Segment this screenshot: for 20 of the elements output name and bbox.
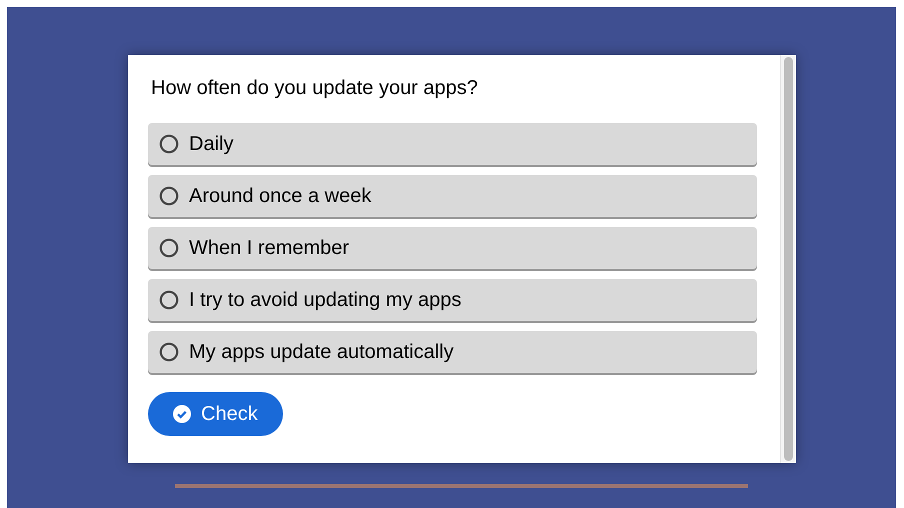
radio-button[interactable]	[159, 290, 179, 310]
radio-button[interactable]	[159, 186, 179, 206]
question-text: How often do you update your apps?	[151, 76, 479, 101]
answer-option[interactable]: When I remember	[148, 227, 757, 269]
option-label: Daily	[189, 132, 234, 157]
scrollbar-thumb[interactable]	[784, 57, 793, 461]
answer-option[interactable]: I try to avoid updating my apps	[148, 279, 757, 321]
option-label: I try to avoid updating my apps	[189, 288, 462, 313]
answer-option[interactable]: My apps update automatically	[148, 331, 757, 373]
radio-button[interactable]	[159, 134, 179, 154]
check-button[interactable]: Check	[148, 392, 283, 436]
answer-option[interactable]: Daily	[148, 123, 757, 165]
scrollbar[interactable]	[780, 55, 796, 463]
option-label: When I remember	[189, 236, 350, 261]
check-circle-icon	[173, 405, 191, 423]
option-label: Around once a week	[189, 184, 372, 209]
option-label: My apps update automatically	[189, 340, 454, 365]
answer-option[interactable]: Around once a week	[148, 175, 757, 217]
radio-button[interactable]	[159, 342, 179, 362]
radio-button[interactable]	[159, 238, 179, 258]
